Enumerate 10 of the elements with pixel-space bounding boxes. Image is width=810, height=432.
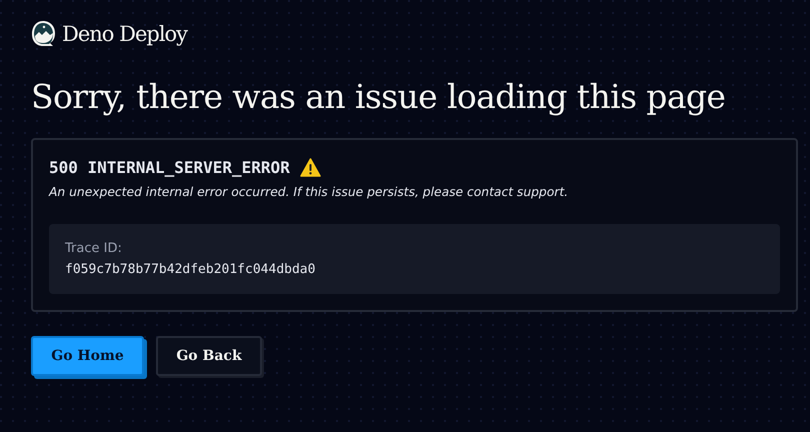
error-message: An unexpected internal error occurred. If this issue persists, please contact support.: [49, 185, 570, 199]
error-code: 500 INTERNAL_SERVER_ERROR: [49, 158, 290, 177]
page-heading: Sorry, there was an issue loading this page: [31, 77, 726, 116]
warning-icon: [300, 158, 321, 177]
back-button[interactable]: Go Back: [156, 336, 262, 376]
home-button[interactable]: Go Home: [31, 336, 144, 376]
logo-icon: [31, 20, 56, 47]
brand-name: Deno Deploy: [62, 22, 188, 46]
trace-id: f059c7b78b77b42dfeb201fc044dbda0: [65, 262, 316, 277]
trace-label: Trace ID:: [65, 241, 123, 256]
